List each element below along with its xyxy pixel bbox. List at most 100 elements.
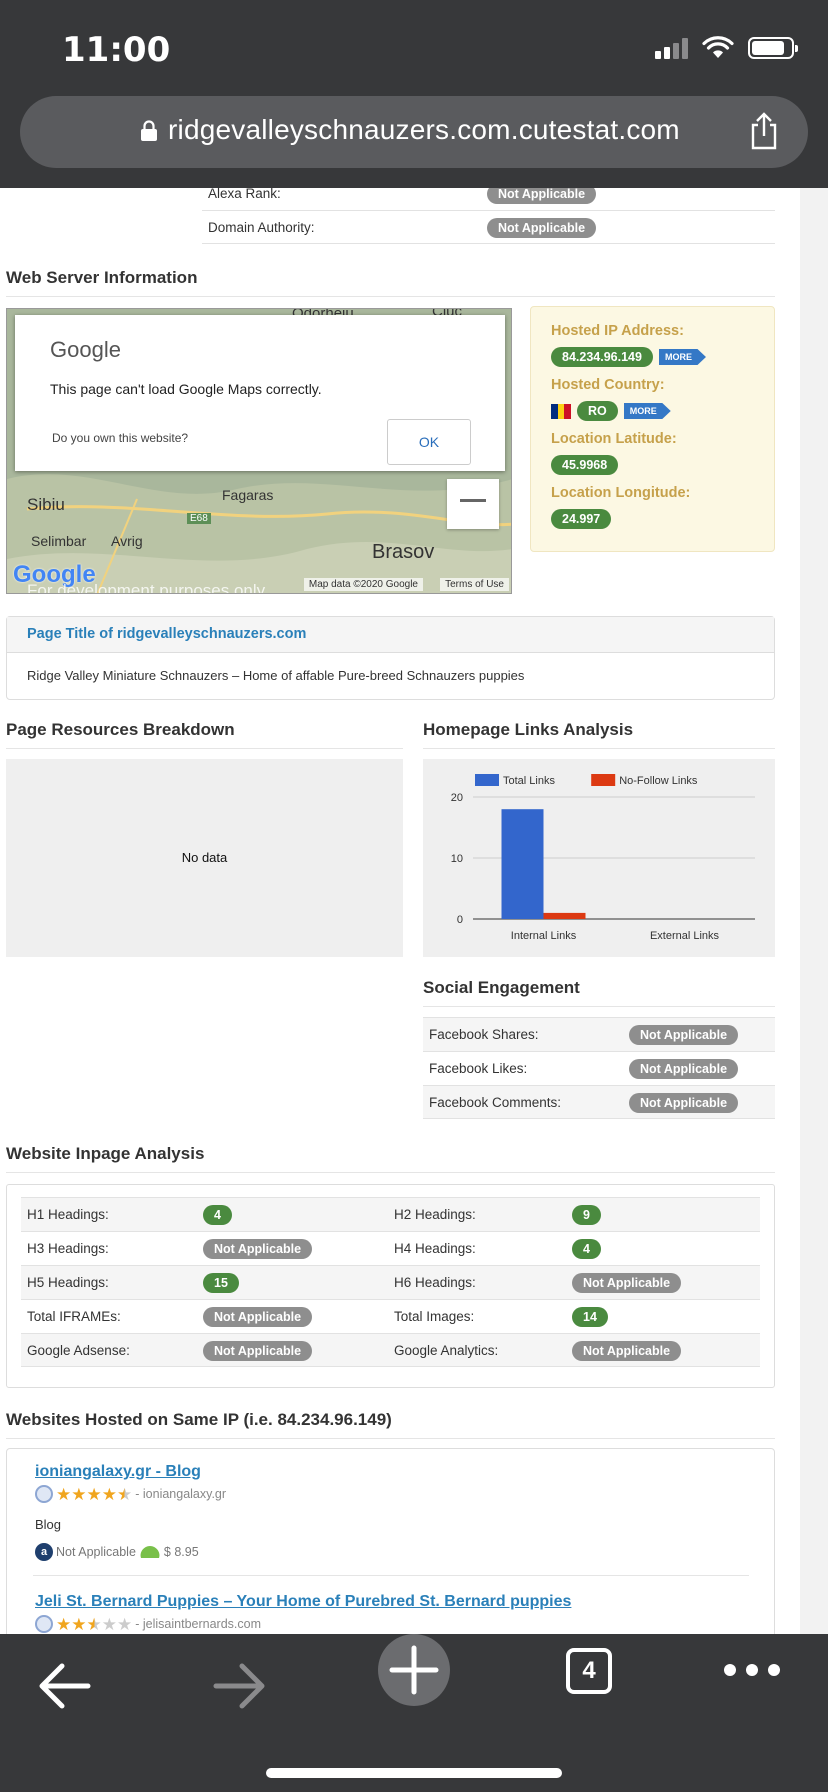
legend-label: Total Links [503, 775, 555, 787]
alexa-icon: a [35, 1543, 53, 1561]
plus-icon [389, 1645, 439, 1695]
row-label: Total Images: [394, 1309, 475, 1324]
map-zoom-control[interactable] [447, 479, 499, 529]
row-value-badge: 4 [203, 1205, 232, 1225]
wifi-icon [702, 36, 734, 58]
row-value-badge: Not Applicable [572, 1341, 682, 1361]
site-domain: - jelisaintbernards.com [135, 1617, 261, 1631]
alexa-rank-row: Alexa Rank: Not Applicable [202, 188, 775, 210]
social-row: Facebook Comments: Not Applicable [423, 1085, 775, 1119]
row-value-badge: Not Applicable [629, 1025, 739, 1045]
map-error-dialog: Google This page can't load Google Maps … [15, 315, 505, 471]
country-more-button[interactable]: MORE [623, 403, 671, 419]
row-value-badge: Not Applicable [487, 188, 597, 204]
bar-no-follow-links [543, 912, 586, 919]
row-value-badge: 4 [572, 1239, 601, 1259]
site-alexa-rank: Not Applicable [56, 1545, 136, 1559]
x-tick-label: Internal Links [511, 930, 577, 942]
tabs-count-button[interactable]: 4 [566, 1648, 612, 1694]
new-tab-button[interactable] [378, 1634, 450, 1706]
row-label: Facebook Shares: [429, 1027, 539, 1042]
rating-stars: ★★★★★ [56, 1616, 132, 1633]
map-town-label: Fagaras [222, 487, 274, 503]
resources-chart-empty: No data [6, 759, 403, 957]
map-road-label: E68 [187, 513, 211, 524]
map-town-label: Sibiu [27, 495, 65, 514]
map-error-message: This page can't load Google Maps correct… [50, 381, 322, 397]
row-label: H1 Headings: [27, 1207, 109, 1222]
map-attribution: Map data ©2020 Google [303, 578, 423, 591]
row-label: Domain Authority: [208, 220, 315, 235]
page-content: Alexa Rank: Not Applicable Domain Author… [0, 188, 800, 1634]
links-chart: 0 10 20 Internal Links External Links Total L… [423, 759, 775, 957]
map-terms-link[interactable]: Terms of Use [440, 578, 509, 591]
lock-icon [141, 120, 157, 141]
inpage-row: H1 Headings: 4 H2 Headings: 9 [21, 1197, 760, 1231]
latitude-label: Location Latitude: [551, 431, 677, 447]
site-meta: ★★★★★ - ioniangalaxy.gr [35, 1485, 226, 1503]
share-icon[interactable] [748, 112, 780, 150]
star-icon: ★ [71, 1484, 87, 1504]
row-label: Google Analytics: [394, 1343, 499, 1358]
ip-more-button[interactable]: MORE [658, 349, 706, 365]
social-row: Facebook Shares: Not Applicable [423, 1017, 775, 1051]
hosted-country-label: Hosted Country: [551, 377, 665, 393]
own-website-question: Do you own this website? [52, 431, 189, 445]
map-town-label: Selimbar [31, 533, 87, 549]
row-value-badge: Not Applicable [487, 218, 597, 238]
browser-bottom-toolbar: 4 [0, 1634, 828, 1792]
row-label: H5 Headings: [27, 1275, 109, 1290]
inpage-table: H1 Headings: 4 H2 Headings: 9 H3 Heading… [6, 1184, 775, 1388]
row-value-badge: 15 [203, 1273, 239, 1293]
page-title-text: Ridge Valley Miniature Schnauzers – Home… [27, 668, 525, 683]
row-value-badge: 9 [572, 1205, 601, 1225]
hosted-country-badge: RO [577, 401, 618, 421]
star-icon: ★ [56, 1614, 72, 1634]
zoom-out-icon[interactable] [460, 499, 486, 502]
row-value-badge: Not Applicable [203, 1239, 313, 1259]
star-icon: ★ [101, 1484, 117, 1504]
url-text[interactable]: ridgevalleyschnauzers.com.cutestat.com [168, 114, 680, 146]
more-menu-button[interactable] [724, 1664, 780, 1676]
row-label: Total IFRAMEs: [27, 1309, 121, 1324]
dev-watermark: For development purposes only [27, 581, 266, 594]
inpage-row: Google Adsense: Not Applicable Google An… [21, 1333, 760, 1367]
same-ip-list: ioniangalaxy.gr - Blog ★★★★★ - ioniangal… [6, 1448, 775, 1634]
links-chart-svg: 0 10 20 Internal Links External Links Total L… [451, 774, 755, 942]
inpage-section-title: Website Inpage Analysis [6, 1144, 775, 1173]
cellular-signal-icon [655, 37, 688, 59]
hosted-ip-label: Hosted IP Address: [551, 323, 684, 339]
site-domain: - ioniangalaxy.gr [135, 1487, 227, 1501]
latitude-badge: 45.9968 [551, 455, 619, 475]
location-map[interactable]: Odorheiu Ciuc Sibiu Selimbar Avrig Fagar… [6, 308, 512, 594]
browser-top-chrome: 11:00 ridgevalleyschnauzers.com.cutestat… [0, 0, 828, 188]
romania-flag-icon [551, 403, 572, 419]
star-icon: ★ [117, 1614, 133, 1634]
site-stats: a Not Applicable $ 8.95 [35, 1543, 199, 1561]
url-bar[interactable]: ridgevalleyschnauzers.com.cutestat.com [20, 96, 808, 168]
site-link[interactable]: ioniangalaxy.gr - Blog [35, 1463, 201, 1481]
row-value-badge: Not Applicable [629, 1093, 739, 1113]
legend-swatch [475, 774, 499, 786]
dialog-ok-button[interactable]: OK [387, 419, 471, 465]
divider [33, 1575, 749, 1576]
web-server-section-title: Web Server Information [6, 268, 775, 297]
hosted-ip-badge: 84.234.96.149 [551, 347, 653, 367]
longitude-label: Location Longitude: [551, 485, 691, 501]
star-icon: ★ [71, 1614, 87, 1634]
row-value-badge: 14 [572, 1307, 608, 1327]
row-value-badge: Not Applicable [629, 1059, 739, 1079]
battery-icon [748, 37, 798, 59]
page-scrollbar-track[interactable] [800, 188, 828, 1634]
globe-icon [35, 1615, 53, 1633]
x-tick-label: External Links [650, 930, 720, 942]
back-arrow-icon[interactable] [36, 1660, 92, 1712]
row-value-badge: Not Applicable [203, 1307, 313, 1327]
star-icon: ★ [56, 1484, 72, 1504]
row-label: Google Adsense: [27, 1343, 130, 1358]
forward-arrow-icon[interactable] [212, 1660, 268, 1712]
links-section-title: Homepage Links Analysis [423, 720, 775, 749]
social-row: Facebook Likes: Not Applicable [423, 1051, 775, 1085]
legend-label: No-Follow Links [619, 775, 698, 787]
site-link[interactable]: Jeli St. Bernard Puppies – Your Home of … [35, 1593, 571, 1611]
